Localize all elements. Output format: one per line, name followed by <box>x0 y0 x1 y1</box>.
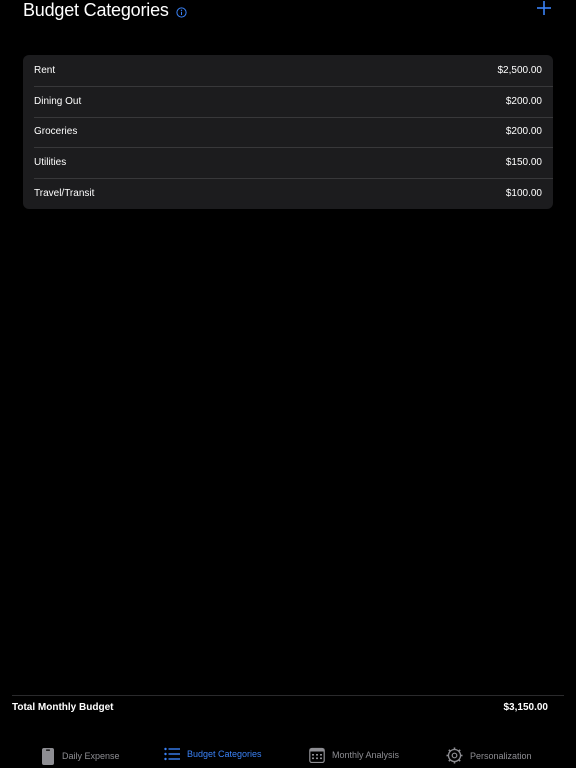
category-row-utilities[interactable]: Utilities $150.00 <box>23 147 553 178</box>
tab-monthly-analysis[interactable]: Monthly Analysis <box>309 747 399 763</box>
category-amount: $2,500.00 <box>497 64 543 76</box>
plus-icon <box>537 1 551 15</box>
tab-label: Daily Expense <box>62 751 120 761</box>
tab-label: Monthly Analysis <box>332 750 400 760</box>
gear-icon <box>446 747 463 764</box>
category-name: Groceries <box>34 126 78 138</box>
phone-icon <box>42 748 54 765</box>
category-name: Rent <box>34 64 56 76</box>
tab-budget-categories[interactable]: Budget Categories <box>164 747 262 761</box>
category-row-travel-transit[interactable]: Travel/Transit $100.00 <box>23 178 553 209</box>
category-row-dining-out[interactable]: Dining Out $200.00 <box>23 85 553 117</box>
tab-daily-expense[interactable]: Daily Expense <box>41 747 120 765</box>
tab-label: Budget Categories <box>187 749 262 759</box>
tab-personalization[interactable]: Personalization <box>446 747 532 764</box>
calendar-icon <box>309 747 325 763</box>
info-circle-icon[interactable] <box>176 5 187 18</box>
total-value: $3,150.00 <box>503 701 549 713</box>
list-icon <box>164 747 180 761</box>
total-label: Total Monthly Budget <box>12 701 114 713</box>
category-name: Travel/Transit <box>34 188 95 200</box>
divider <box>12 695 564 696</box>
category-amount: $200.00 <box>505 95 542 107</box>
tab-label: Personalization <box>470 750 532 761</box>
header: Budget Categories <box>23 0 556 24</box>
add-category-button[interactable] <box>536 0 552 16</box>
total-monthly-budget: Total Monthly Budget $3,150.00 <box>12 700 548 714</box>
category-row-rent[interactable]: Rent $2,500.00 <box>23 55 553 86</box>
category-amount: $150.00 <box>505 157 542 169</box>
category-amount: $200.00 <box>505 126 542 138</box>
budget-categories-screen: Budget Categories Rent $2,500.00 Dining … <box>0 0 576 768</box>
page-title: Budget Categories <box>23 0 169 20</box>
category-name: Utilities <box>34 157 67 169</box>
tab-bar: Daily Expense Budget Categories Monthly … <box>0 746 576 768</box>
category-amount: $100.00 <box>505 188 542 200</box>
category-name: Dining Out <box>34 95 82 107</box>
category-list: Rent $2,500.00 Dining Out $200.00 Grocer… <box>23 55 553 209</box>
category-row-groceries[interactable]: Groceries $200.00 <box>23 116 553 148</box>
